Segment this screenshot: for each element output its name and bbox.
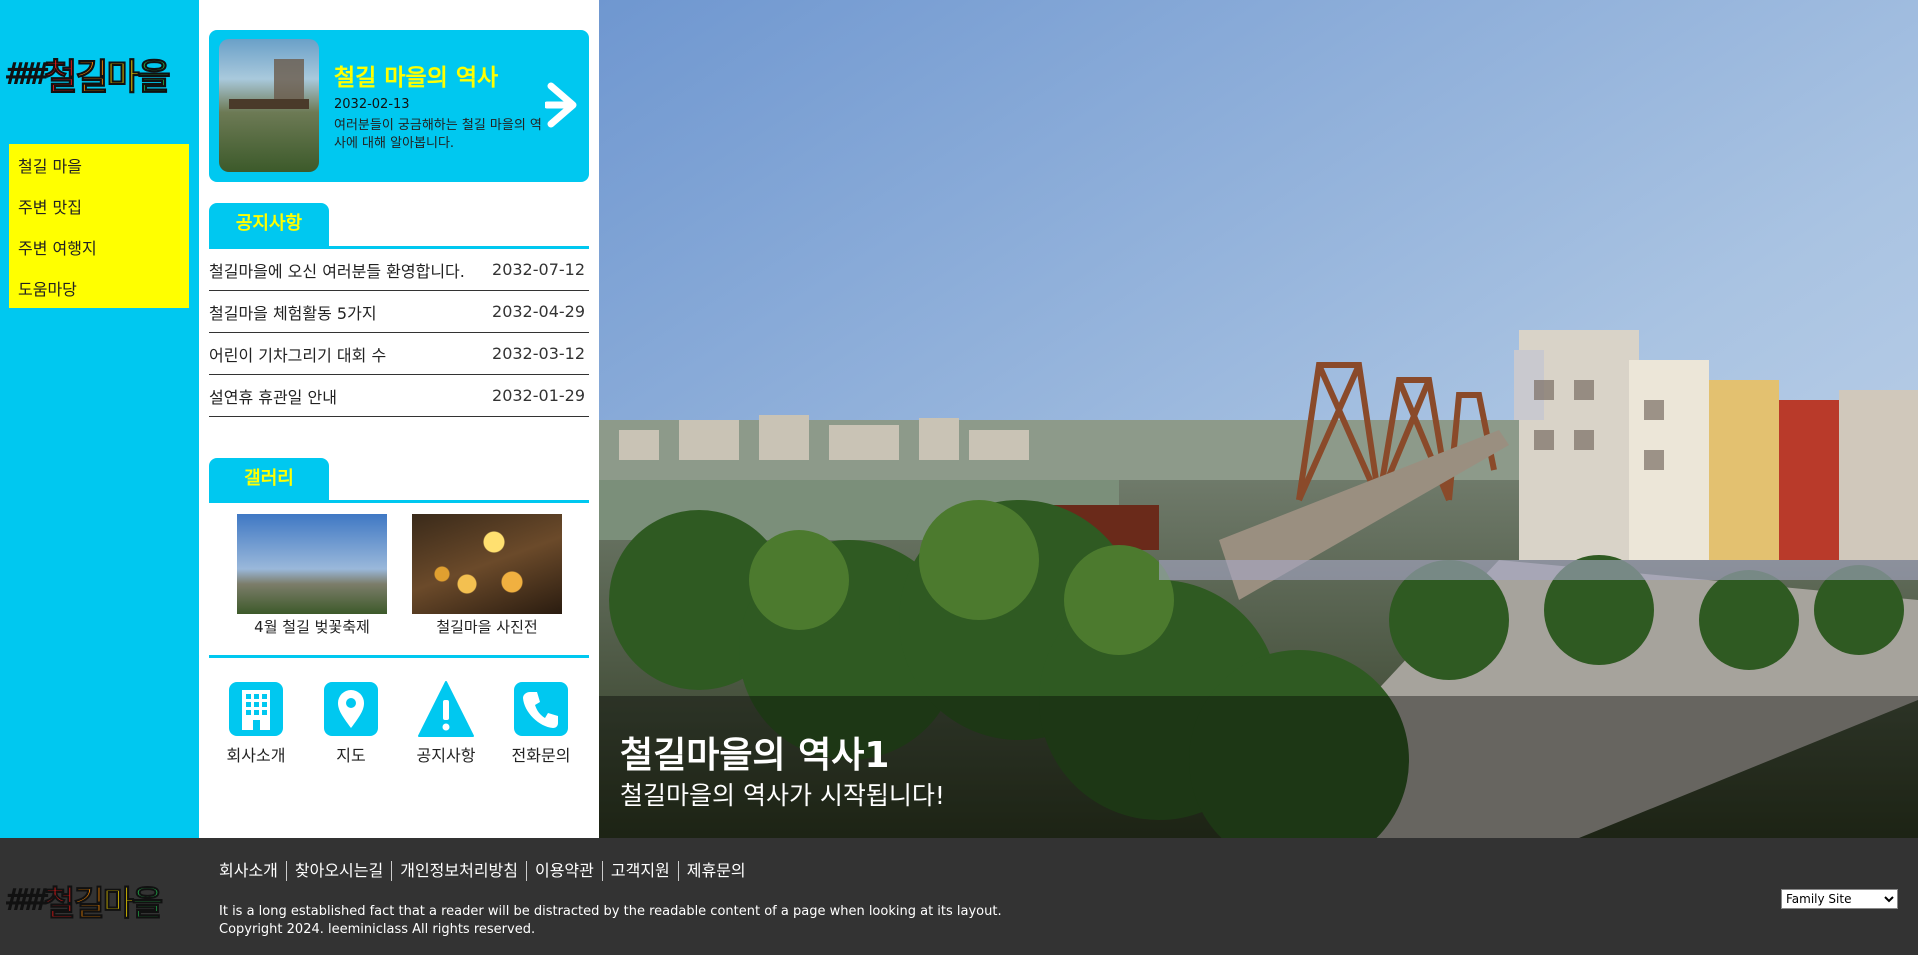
quick-link-label: 공지사항 <box>416 746 476 765</box>
feature-image <box>219 39 319 172</box>
feature-date: 2032-02-13 <box>334 97 410 112</box>
family-site-select[interactable]: Family Site <box>1781 889 1898 909</box>
logo-rail-icon: ### <box>6 883 48 918</box>
quick-link-label: 지도 <box>336 746 366 765</box>
sidebar: ### 철길마을 철길 마을 주변 맛집 주변 여행지 도움마당 <box>0 0 199 838</box>
logo-text: 철길마을 <box>44 48 172 100</box>
gallery-divider <box>209 500 589 503</box>
logo-rail-icon: ### <box>6 56 48 92</box>
footer-copyright: Copyright 2024. leeminiclass All rights … <box>219 922 536 937</box>
quick-link-map[interactable]: 지도 <box>311 680 391 766</box>
hero-subtitle: 철길마을의 역사가 시작됩니다! <box>620 781 945 810</box>
feature-description: 여러분들이 궁금해하는 철길 마을의 역사에 대해 알아봅니다. <box>334 118 542 151</box>
footer-logo[interactable]: ### 철길마을 <box>6 876 164 925</box>
logo-char: 철 <box>44 57 78 99</box>
footer-links: 회사소개 찾아오시는길 개인정보처리방침 이용약관 고객지원 제휴문의 <box>219 861 754 881</box>
nav-item-railway-village[interactable]: 철길 마을 <box>9 152 189 193</box>
quick-link-notice[interactable]: 공지사항 <box>406 680 486 766</box>
logo-char: 마 <box>102 884 134 925</box>
logo-char: 마 <box>106 57 140 99</box>
map-pin-icon <box>324 682 378 736</box>
arrow-right-icon[interactable] <box>545 82 579 128</box>
phone-icon <box>514 682 568 736</box>
logo-char: 길 <box>75 57 109 99</box>
footer-description: It is a long established fact that a rea… <box>219 904 1002 919</box>
logo-text: 철길마을 <box>44 876 164 925</box>
footer-link-directions[interactable]: 찾아오시는길 <box>287 861 393 881</box>
notice-row[interactable]: 철길마을 체험활동 5가지 2032-04-29 <box>209 291 589 333</box>
content-column: 철길 마을의 역사 2032-02-13 여러분들이 궁금해하는 철길 마을의 … <box>199 0 599 838</box>
quick-link-company[interactable]: 회사소개 <box>216 680 296 766</box>
quick-link-label: 회사소개 <box>226 746 286 765</box>
footer-text: It is a long established fact that a rea… <box>219 903 1002 939</box>
gallery-thumbnail <box>237 514 387 614</box>
notice-title: 설연휴 휴관일 안내 <box>209 387 337 407</box>
notice-date: 2032-04-29 <box>492 302 585 321</box>
notice-date: 2032-01-29 <box>492 386 585 405</box>
footer-link-privacy[interactable]: 개인정보처리방침 <box>392 861 527 881</box>
gallery-item[interactable]: 철길마을 사진전 <box>412 514 562 637</box>
gallery-caption: 철길마을 사진전 <box>436 618 538 636</box>
footer-link-partnership[interactable]: 제휴문의 <box>679 861 754 881</box>
footer-link-terms[interactable]: 이용약관 <box>527 861 603 881</box>
notice-row[interactable]: 어린이 기차그리기 대회 수 2032-03-12 <box>209 333 589 375</box>
quick-link-phone[interactable]: 전화문의 <box>501 680 581 766</box>
notice-row[interactable]: 설연휴 휴관일 안내 2032-01-29 <box>209 375 589 417</box>
footer-link-support[interactable]: 고객지원 <box>603 861 679 881</box>
notice-date: 2032-03-12 <box>492 344 585 363</box>
warning-icon <box>418 681 474 737</box>
logo-char: 철 <box>44 884 76 925</box>
notice-title: 철길마을 체험활동 5가지 <box>209 303 377 323</box>
gallery-item[interactable]: 4월 철길 벚꽃축제 <box>237 514 387 637</box>
notice-date: 2032-07-12 <box>492 260 585 279</box>
feature-card[interactable]: 철길 마을의 역사 2032-02-13 여러분들이 궁금해하는 철길 마을의 … <box>209 30 589 182</box>
hero-title: 철길마을의 역사1 <box>620 735 890 776</box>
hero-caption: 철길마을의 역사1 철길마을의 역사가 시작됩니다! <box>599 696 1918 838</box>
quick-link-label: 전화문의 <box>511 746 571 765</box>
nav-item-help[interactable]: 도움마당 <box>9 275 189 316</box>
main-nav: 철길 마을 주변 맛집 주변 여행지 도움마당 <box>9 144 189 308</box>
notice-title: 철길마을에 오신 여러분들 환영합니다. <box>209 261 465 281</box>
building-icon <box>229 682 283 736</box>
footer-link-company[interactable]: 회사소개 <box>219 861 287 881</box>
feature-title: 철길 마을의 역사 <box>334 65 499 91</box>
nav-item-restaurants[interactable]: 주변 맛집 <box>9 193 189 234</box>
site-logo[interactable]: ### 철길마을 <box>6 48 172 100</box>
gallery-thumbnail <box>412 514 562 614</box>
quick-links-divider <box>209 655 589 658</box>
tab-gallery[interactable]: 갤러리 <box>209 458 329 503</box>
notice-title: 어린이 기차그리기 대회 수 <box>209 345 387 365</box>
nav-item-attractions[interactable]: 주변 여행지 <box>9 234 189 275</box>
gallery-caption: 4월 철길 벚꽃축제 <box>254 618 370 636</box>
footer: ### 철길마을 회사소개 찾아오시는길 개인정보처리방침 이용약관 고객지원 … <box>0 838 1918 955</box>
logo-char: 길 <box>73 884 105 925</box>
notice-row[interactable]: 철길마을에 오신 여러분들 환영합니다. 2032-07-12 <box>209 249 589 291</box>
logo-char: 을 <box>137 57 171 99</box>
tab-notice[interactable]: 공지사항 <box>209 203 329 248</box>
hero-banner[interactable]: 철길마을의 역사1 철길마을의 역사가 시작됩니다! <box>599 0 1918 838</box>
logo-char: 을 <box>132 884 164 925</box>
